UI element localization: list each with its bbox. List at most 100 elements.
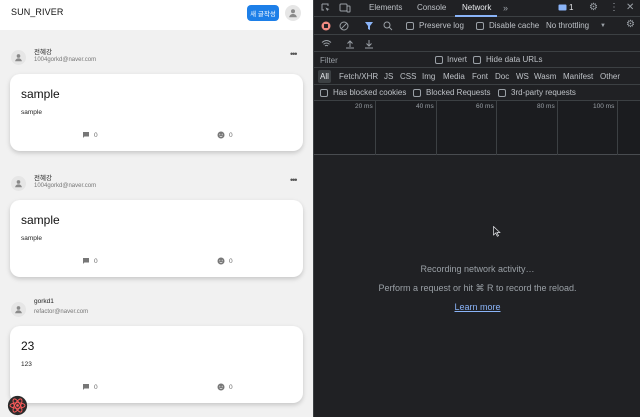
app-pane: SUN_RIVER 새 글작성 전혜강 1004gorkd@naver.com … — [0, 0, 313, 417]
import-har-icon[interactable] — [345, 39, 355, 49]
author-name: 전혜강 — [34, 175, 52, 182]
type-filter-all[interactable]: All — [318, 70, 331, 83]
type-filter-fetch-xhr[interactable]: Fetch/XHR — [337, 70, 380, 83]
settings-gear-icon[interactable]: ⚙ — [589, 3, 598, 13]
network-conditions-icon[interactable] — [321, 39, 332, 48]
like-count-value: 0 — [229, 131, 233, 139]
issues-count: 1 — [569, 3, 574, 12]
type-filter-js[interactable]: JS — [382, 70, 395, 83]
type-filter-doc[interactable]: Doc — [493, 70, 511, 83]
third-party-checkbox[interactable] — [498, 89, 506, 97]
like-count[interactable]: 0 — [217, 131, 233, 139]
smile-icon — [217, 131, 225, 139]
blocked-requests-label: Blocked Requests — [426, 88, 491, 97]
author-avatar[interactable] — [11, 50, 26, 65]
resource-type-filter: All Fetch/XHR JS CSS Img Media Font Doc … — [314, 68, 640, 85]
author-email: 1004gorkd@naver.com — [34, 183, 97, 189]
post-card[interactable]: 23 123 0 0 — [10, 326, 303, 403]
tab-console[interactable]: Console — [417, 3, 446, 12]
comment-count-value: 0 — [94, 257, 98, 265]
type-filter-media[interactable]: Media — [441, 70, 467, 83]
post-title: 23 — [21, 339, 35, 353]
like-count[interactable]: 0 — [217, 383, 233, 391]
post-title: sample — [21, 87, 60, 101]
issues-badge[interactable]: 1 — [558, 3, 573, 12]
profile-avatar[interactable] — [285, 5, 301, 21]
type-filter-wasm[interactable]: Wasm — [532, 70, 558, 83]
clear-icon[interactable] — [339, 21, 349, 31]
author-avatar[interactable] — [11, 302, 26, 317]
filter-funnel-icon[interactable] — [364, 21, 374, 31]
comment-count[interactable]: 0 — [82, 383, 98, 391]
more-options-icon[interactable]: ••• — [290, 50, 298, 59]
tab-network[interactable]: Network — [462, 3, 491, 12]
post-card[interactable]: sample sample 0 0 — [10, 74, 303, 151]
comment-count[interactable]: 0 — [82, 257, 98, 265]
disable-cache-checkbox[interactable] — [476, 22, 484, 30]
learn-more-link[interactable]: Learn more — [314, 302, 640, 312]
comment-icon — [83, 384, 89, 390]
devtools-panel: Elements Console Network » 1 ⚙ ⋮ ✕ Prese… — [313, 0, 640, 417]
author-name: 전혜강 — [34, 49, 52, 56]
network-toolbar-secondary — [314, 35, 640, 52]
timeline-gridline — [496, 101, 497, 155]
chevron-down-icon[interactable]: ▼ — [600, 22, 606, 31]
invert-checkbox[interactable] — [435, 56, 443, 64]
invert-label: Invert — [447, 55, 468, 64]
third-party-label: 3rd-party requests — [511, 88, 576, 97]
react-query-devtools-icon[interactable] — [7, 395, 28, 416]
export-har-icon[interactable] — [364, 39, 374, 49]
author-name: gorkd1 — [34, 298, 54, 305]
author-email: refactor@naver.com — [34, 309, 89, 315]
requests-empty-state: Recording network activity… Perform a re… — [314, 156, 640, 417]
devtools-tab-bar: Elements Console Network » 1 ⚙ ⋮ ✕ — [314, 0, 640, 17]
hide-data-urls-label: Hide data URLs — [486, 55, 543, 64]
filter-bar: Invert Hide data URLs — [314, 52, 640, 68]
post-body: sample — [21, 109, 42, 116]
post-title: sample — [21, 213, 60, 227]
blocked-requests-checkbox[interactable] — [413, 89, 421, 97]
issues-icon — [558, 4, 567, 10]
post-body: sample — [21, 235, 42, 242]
type-filter-font[interactable]: Font — [470, 70, 490, 83]
type-filter-manifest[interactable]: Manifest — [561, 70, 595, 83]
close-icon[interactable]: ✕ — [626, 3, 634, 13]
timeline-tick-label: 60 ms — [476, 103, 494, 110]
timeline-tick-label: 20 ms — [355, 103, 373, 110]
inspect-element-icon[interactable] — [321, 3, 331, 13]
author-avatar[interactable] — [11, 176, 26, 191]
type-filter-css[interactable]: CSS — [398, 70, 418, 83]
post-card[interactable]: sample sample 0 0 — [10, 200, 303, 277]
hide-data-urls-checkbox[interactable] — [473, 56, 481, 64]
preserve-log-label: Preserve log — [419, 21, 464, 30]
throttling-select[interactable]: No throttling — [546, 21, 589, 30]
timeline-gridline — [436, 101, 437, 155]
comment-count[interactable]: 0 — [82, 131, 98, 139]
type-filter-other[interactable]: Other — [598, 70, 622, 83]
type-filter-ws[interactable]: WS — [514, 70, 531, 83]
comment-icon — [83, 258, 89, 264]
search-icon[interactable] — [383, 21, 393, 31]
new-post-button[interactable]: 새 글작성 — [247, 5, 279, 21]
filter-input[interactable] — [316, 53, 427, 67]
blocked-cookies-checkbox[interactable] — [320, 89, 328, 97]
preserve-log-checkbox[interactable] — [406, 22, 414, 30]
recording-status-text: Recording network activity… — [420, 264, 535, 274]
timeline-tick-label: 40 ms — [416, 103, 434, 110]
network-settings-gear-icon[interactable]: ⚙ — [626, 20, 635, 30]
like-count[interactable]: 0 — [217, 257, 233, 265]
comment-count-value: 0 — [94, 383, 98, 391]
like-count-value: 0 — [229, 383, 233, 391]
timeline-tick-label: 80 ms — [537, 103, 555, 110]
tab-elements[interactable]: Elements — [369, 3, 402, 12]
type-filter-img[interactable]: Img — [420, 70, 437, 83]
more-vertical-icon[interactable]: ⋮ — [609, 3, 619, 13]
more-options-icon[interactable]: ••• — [290, 176, 298, 185]
record-stop-icon[interactable] — [321, 21, 331, 31]
device-toolbar-icon[interactable] — [339, 3, 351, 13]
user-icon — [15, 180, 22, 188]
mouse-cursor-icon — [493, 226, 501, 237]
more-tabs-icon[interactable]: » — [503, 4, 508, 13]
network-timeline-overview[interactable]: 20 ms 40 ms 60 ms 80 ms 100 ms — [314, 101, 640, 155]
brand-logo[interactable]: SUN_RIVER — [11, 7, 63, 17]
